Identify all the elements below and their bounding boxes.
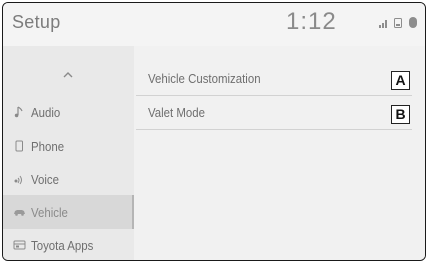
car-icon bbox=[11, 206, 27, 218]
callout-badge-a: A bbox=[391, 71, 410, 90]
sidebar: Audio Phone Voice Vehicle Toyota Apps bbox=[3, 46, 134, 260]
apps-icon bbox=[11, 239, 27, 251]
music-note-icon bbox=[11, 106, 27, 118]
sidebar-item-label: Phone bbox=[31, 138, 65, 154]
list-item-label: Vehicle Customization bbox=[148, 71, 261, 86]
sidebar-item-toyota-apps[interactable]: Toyota Apps bbox=[3, 228, 134, 260]
header-bar: Setup 1:12 bbox=[3, 3, 425, 46]
signal-icon bbox=[379, 18, 387, 28]
list-item-valet-mode[interactable]: Valet Mode B bbox=[136, 97, 412, 130]
sidebar-item-label: Toyota Apps bbox=[31, 237, 94, 253]
sidebar-item-label: Audio bbox=[31, 104, 61, 120]
sidebar-item-vehicle[interactable]: Vehicle bbox=[3, 195, 134, 229]
chevron-up-icon[interactable] bbox=[61, 68, 75, 82]
setup-screen: Setup 1:12 Audio Phone Voice Vehicle Toy… bbox=[2, 2, 426, 261]
sidebar-item-voice[interactable]: Voice bbox=[3, 162, 134, 196]
settings-list: Vehicle Customization A Valet Mode B bbox=[136, 46, 425, 260]
page-title: Setup bbox=[12, 12, 61, 32]
selection-indicator bbox=[132, 195, 134, 229]
sidebar-item-label: Vehicle bbox=[31, 204, 68, 220]
status-icons bbox=[379, 17, 417, 28]
bluetooth-icon bbox=[409, 17, 417, 28]
phone-icon bbox=[11, 140, 27, 152]
callout-badge-b: B bbox=[391, 105, 410, 124]
sidebar-item-audio[interactable]: Audio bbox=[3, 95, 134, 129]
phone-icon bbox=[394, 17, 402, 28]
clock: 1:12 bbox=[286, 8, 337, 35]
list-item-label: Valet Mode bbox=[148, 105, 206, 120]
list-item-vehicle-customization[interactable]: Vehicle Customization A bbox=[136, 63, 412, 96]
sidebar-item-label: Voice bbox=[31, 171, 59, 187]
voice-icon bbox=[11, 173, 27, 185]
sidebar-item-phone[interactable]: Phone bbox=[3, 129, 134, 163]
